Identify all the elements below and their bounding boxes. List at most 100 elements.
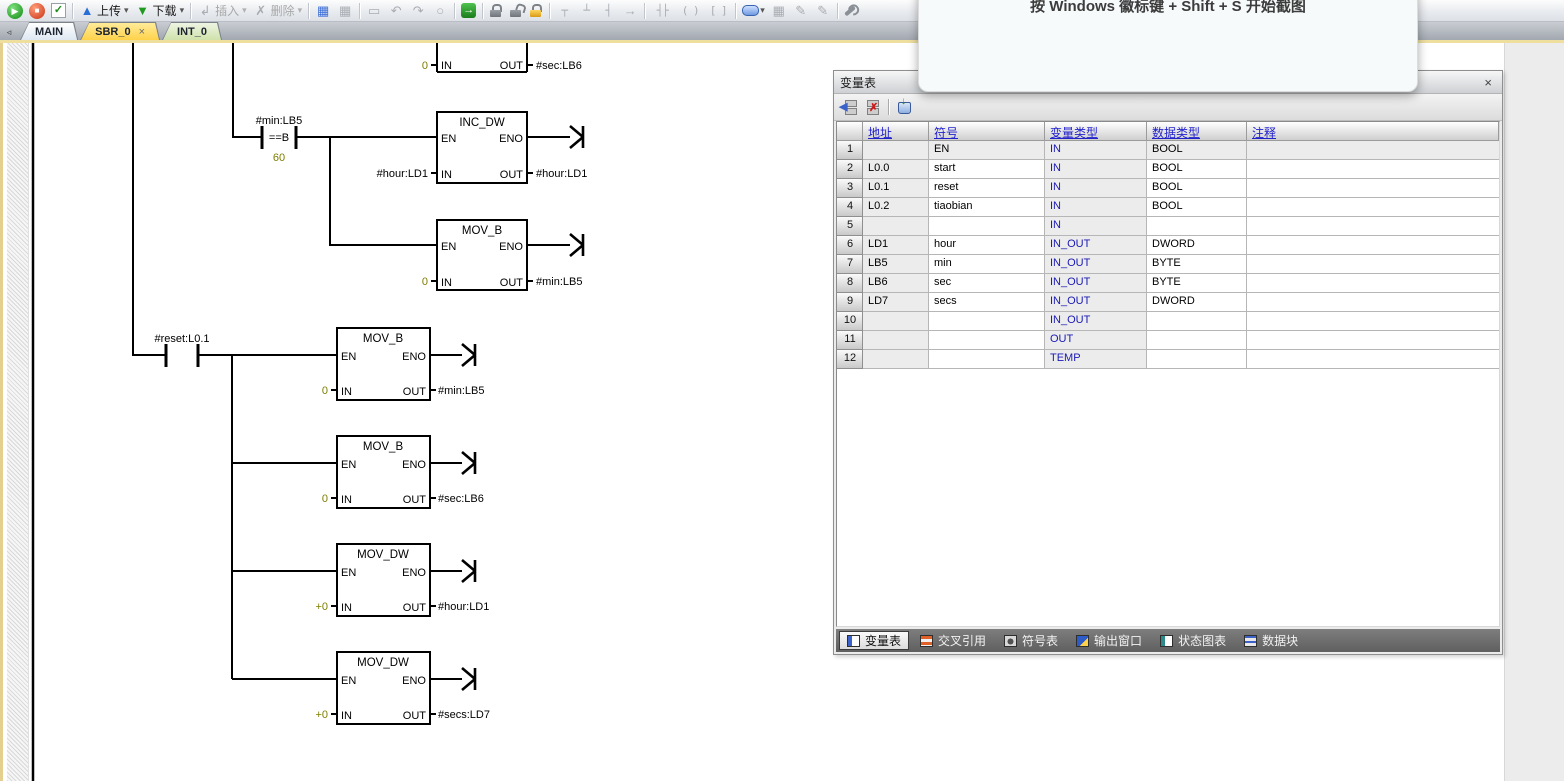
row-number[interactable]: 1 <box>837 141 863 160</box>
cell-vartype[interactable]: IN_OUT <box>1045 312 1147 331</box>
cell-vartype[interactable]: IN <box>1045 160 1147 179</box>
cell-address[interactable] <box>863 331 929 350</box>
cell-vartype[interactable]: IN_OUT <box>1045 293 1147 312</box>
cell-vartype[interactable]: IN <box>1045 179 1147 198</box>
redo-button[interactable]: ↷ <box>407 1 429 21</box>
cell-datatype[interactable] <box>1147 312 1247 331</box>
block-partial-top[interactable]: IN OUT 0 #sec:LB6 <box>422 43 582 72</box>
edit-symbol-button[interactable]: ✎ <box>812 1 834 21</box>
delete-button[interactable]: ✗ 删除 ▾ <box>250 1 306 21</box>
upload-dropdown-icon[interactable]: ▾ <box>124 5 129 16</box>
lock-button[interactable] <box>486 1 506 21</box>
cell-vartype[interactable]: IN_OUT <box>1045 274 1147 293</box>
cell-vartype[interactable]: IN <box>1045 141 1147 160</box>
cell-symbol[interactable]: start <box>929 160 1045 179</box>
address-tag-dropdown-icon[interactable]: ▾ <box>760 5 765 16</box>
goto-button[interactable]: → <box>458 1 479 21</box>
row-number[interactable]: 9 <box>837 293 863 312</box>
cell-comment[interactable] <box>1247 274 1499 293</box>
cell-comment[interactable] <box>1247 141 1499 160</box>
cell-address[interactable]: LB5 <box>863 255 929 274</box>
row-number[interactable]: 11 <box>837 331 863 350</box>
cell-datatype[interactable]: DWORD <box>1147 293 1247 312</box>
cell-comment[interactable] <box>1247 312 1499 331</box>
cell-address[interactable] <box>863 350 929 369</box>
cell-address[interactable]: LB6 <box>863 274 929 293</box>
cell-datatype[interactable]: BOOL <box>1147 160 1247 179</box>
cell-comment[interactable] <box>1247 331 1499 350</box>
snip-notification-popup[interactable]: 按 Windows 徽标键 + Shift + S 开始截图 <box>918 0 1418 92</box>
cell-address[interactable] <box>863 217 929 236</box>
col-header-symbol[interactable]: 符号 <box>929 122 1045 141</box>
cell-datatype[interactable] <box>1147 350 1247 369</box>
cell-vartype[interactable]: TEMP <box>1045 350 1147 369</box>
cell-address[interactable]: LD7 <box>863 293 929 312</box>
unlock-button[interactable] <box>506 1 526 21</box>
insert-button[interactable]: ↲ 插入 ▾ <box>194 1 250 21</box>
cell-comment[interactable] <box>1247 236 1499 255</box>
options-button[interactable] <box>841 1 859 21</box>
cell-comment[interactable] <box>1247 179 1499 198</box>
tab-scroll-left-button[interactable]: ◃ <box>2 25 16 39</box>
row-number[interactable]: 10 <box>837 312 863 331</box>
lock-add-button[interactable] <box>526 1 546 21</box>
cell-symbol[interactable] <box>929 312 1045 331</box>
cell-symbol[interactable]: min <box>929 255 1045 274</box>
cell-datatype[interactable]: BOOL <box>1147 198 1247 217</box>
bottom-tab-output-window[interactable]: 输出窗口 <box>1069 631 1149 650</box>
bottom-tab-variable-table[interactable]: 变量表 <box>839 631 909 650</box>
cell-symbol[interactable]: sec <box>929 274 1045 293</box>
address-tag-button[interactable]: ▾ <box>739 1 768 21</box>
prev-network-button[interactable]: ▦ <box>334 1 356 21</box>
cell-vartype[interactable]: IN <box>1045 217 1147 236</box>
row-number[interactable]: 5 <box>837 217 863 236</box>
cell-vartype[interactable]: IN_OUT <box>1045 255 1147 274</box>
panel-close-icon[interactable]: × <box>1480 75 1496 90</box>
cell-datatype[interactable]: BOOL <box>1147 141 1247 160</box>
undo-button[interactable]: ↶ <box>385 1 407 21</box>
stop-button[interactable]: ■ <box>26 1 48 21</box>
cell-address[interactable]: LD1 <box>863 236 929 255</box>
bottom-tab-status-chart[interactable]: 状态图表 <box>1153 631 1233 650</box>
contact-tool-button[interactable]: ┤├ <box>648 1 676 21</box>
cell-symbol[interactable]: secs <box>929 293 1045 312</box>
bottom-tab-cross-reference[interactable]: 交叉引用 <box>913 631 993 650</box>
cell-address[interactable] <box>863 141 929 160</box>
download-button[interactable]: ▼ 下载 ▾ <box>132 1 188 21</box>
cell-symbol[interactable] <box>929 331 1045 350</box>
timer-tool-button[interactable]: ○ <box>429 1 451 21</box>
box-tool-button[interactable]: ▭ <box>363 1 385 21</box>
edit-page-button[interactable]: ✎ <box>790 1 812 21</box>
cell-datatype[interactable]: DWORD <box>1147 236 1247 255</box>
run-button[interactable]: ▶ <box>4 1 26 21</box>
cell-comment[interactable] <box>1247 198 1499 217</box>
contact-min-eq60[interactable]: #min:LB5 ==B 60 <box>256 115 302 164</box>
line-up-button[interactable]: ┤ <box>597 1 619 21</box>
bottom-tab-symbol-table[interactable]: 符号表 <box>997 631 1065 650</box>
col-header-comment[interactable]: 注释 <box>1247 122 1499 141</box>
cell-symbol[interactable]: tiaobian <box>929 198 1045 217</box>
cell-comment[interactable] <box>1247 217 1499 236</box>
cell-symbol[interactable] <box>929 350 1045 369</box>
col-header-vartype[interactable]: 变量类型 <box>1045 122 1147 141</box>
row-number[interactable]: 2 <box>837 160 863 179</box>
cell-datatype[interactable]: BOOL <box>1147 179 1247 198</box>
tab-int0[interactable]: INT_0 <box>162 22 222 40</box>
apply-changes-button[interactable]: ↓ <box>894 98 914 116</box>
contact-reset[interactable]: #reset:L0.1 <box>154 333 209 367</box>
line-right-button[interactable]: → <box>619 1 641 21</box>
cell-address[interactable]: L0.0 <box>863 160 929 179</box>
row-number[interactable]: 8 <box>837 274 863 293</box>
delete-row-button[interactable]: ✗ <box>861 98 881 116</box>
cell-vartype[interactable]: OUT <box>1045 331 1147 350</box>
block-mov-b-3[interactable]: MOV_B EN ENO IN OUT 0 #sec:LB6 <box>322 436 484 508</box>
block-mov-b-1[interactable]: MOV_B EN ENO IN OUT 0 #min:LB5 <box>422 220 583 290</box>
cell-vartype[interactable]: IN <box>1045 198 1147 217</box>
cell-symbol[interactable] <box>929 217 1045 236</box>
col-header-datatype[interactable]: 数据类型 <box>1147 122 1247 141</box>
compile-button[interactable]: ✓ <box>48 1 69 21</box>
cell-datatype[interactable]: BYTE <box>1147 255 1247 274</box>
upload-button[interactable]: ▲ 上传 ▾ <box>76 1 132 21</box>
block-mov-b-2[interactable]: MOV_B EN ENO IN OUT 0 #min:LB5 <box>322 328 485 400</box>
cell-comment[interactable] <box>1247 293 1499 312</box>
